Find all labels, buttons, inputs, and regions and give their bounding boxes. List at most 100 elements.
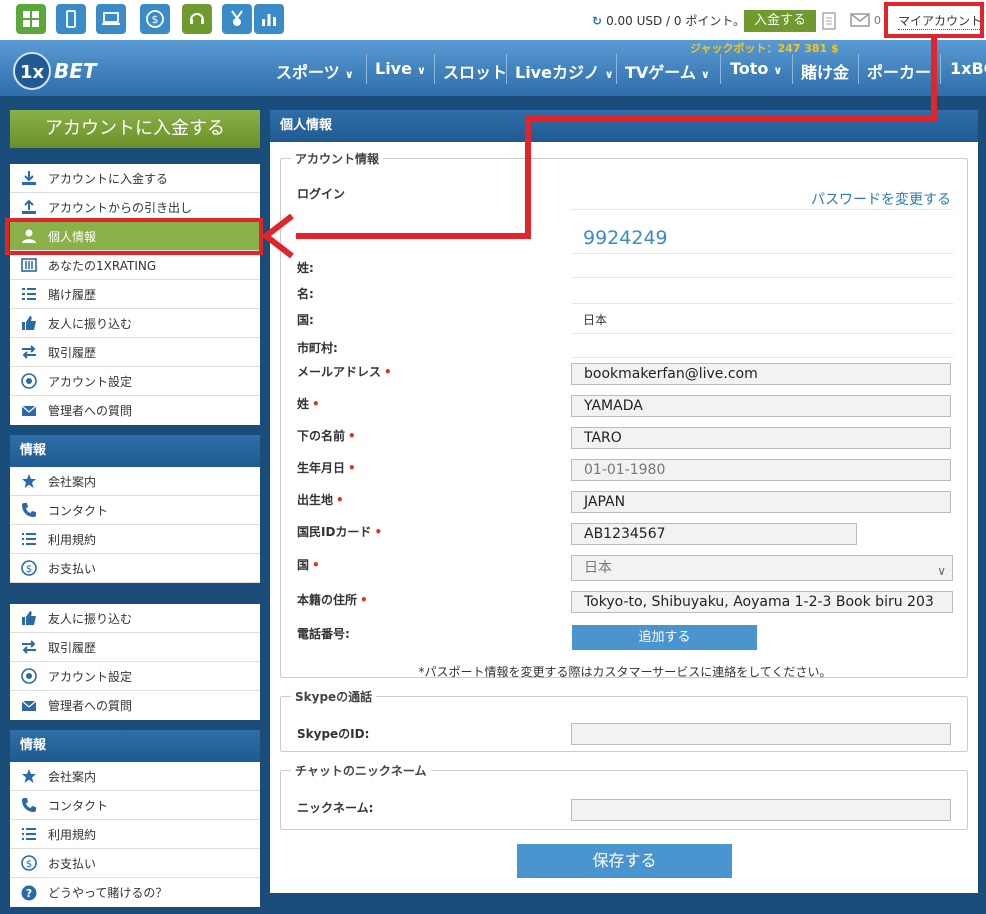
skype-group: Skypeの通話 SkypeのID: [280, 688, 968, 752]
required-marker: • [348, 461, 356, 475]
required-marker: • [336, 493, 344, 507]
sidebar-item-account-settings[interactable]: アカウント設定 [10, 662, 260, 691]
user-icon [20, 227, 38, 245]
sidebar-item-terms[interactable]: 利用規約 [10, 525, 260, 554]
dollar-icon[interactable]: $ [140, 4, 170, 34]
sidebar-item-label: アカウントに入金する [48, 171, 169, 186]
sidebar-item-bet-history[interactable]: 賭け履歴 [10, 280, 260, 309]
surname-field[interactable]: YAMADA [571, 395, 951, 417]
sidebar-item-withdraw[interactable]: アカウントからの引き出し [10, 193, 260, 222]
sidebar-item-contact-admin[interactable]: 管理者への質問 [10, 396, 260, 425]
nav-live[interactable]: Live ∨ [375, 59, 426, 78]
chevron-down-icon: ∨ [604, 68, 614, 81]
id-card-label-text: 国民IDカード [297, 525, 372, 539]
refresh-icon[interactable]: ↻ [592, 14, 602, 28]
list-icon [20, 285, 38, 303]
surname-label-text: 姓 [297, 397, 310, 411]
skype-id-field[interactable] [571, 723, 951, 745]
given-name-field[interactable]: TARO [571, 427, 951, 449]
desktop-app-icon[interactable] [96, 4, 126, 34]
windows-app-icon[interactable] [16, 4, 46, 34]
document-icon[interactable] [822, 12, 838, 30]
mail-icon[interactable] [850, 13, 870, 27]
sidebar-item-transfer-friend[interactable]: 友人に振り込む [10, 309, 260, 338]
group-legend: Skypeの通話 [295, 690, 373, 704]
page-title: 個人情報 [270, 110, 978, 142]
sidebar-item-transactions[interactable]: 取引履歴 [10, 633, 260, 662]
phone-label: 電話番号: [297, 627, 350, 641]
required-marker: • [360, 593, 368, 607]
birthplace-field[interactable]: JAPAN [571, 491, 951, 513]
nav-label: 1xBC [950, 59, 986, 78]
nav-label: 賭け金 [801, 63, 850, 82]
jackpot: ジャックポット：247 381 $ [690, 42, 839, 55]
sidebar-item-personal-info[interactable]: 個人情報 [10, 222, 260, 251]
sidebar-item-contact[interactable]: コンタクト [10, 496, 260, 525]
sidebar-item-payments[interactable]: $ お支払い [10, 554, 260, 583]
stats-icon[interactable] [254, 4, 284, 34]
nav-toto[interactable]: Toto ∨ [730, 59, 782, 78]
sidebar-item-contact-admin[interactable]: 管理者への質問 [10, 691, 260, 720]
sidebar-item-transactions[interactable]: 取引履歴 [10, 338, 260, 367]
nav-label: スポーツ [276, 63, 340, 82]
balance-text: 0.00 USD / 0 ポイント。 [606, 14, 746, 28]
transfer-icon [20, 343, 38, 361]
phone-icon [20, 501, 38, 519]
nav-poker[interactable]: ポーカー [867, 59, 931, 83]
nav-sports[interactable]: スポーツ ∨ [276, 59, 354, 83]
top-deposit-button[interactable]: 入金する [744, 10, 816, 32]
info-menu-1: 情報 会社案内 コンタクト 利用規約 $ お支払い [10, 435, 260, 583]
sidebar-item-label: アカウント設定 [48, 374, 133, 389]
phone-icon [20, 796, 38, 814]
nav-divider [940, 54, 941, 84]
email-field[interactable]: bookmakerfan@live.com [571, 363, 951, 385]
divider [571, 333, 953, 334]
sidebar-item-terms[interactable]: 利用規約 [10, 820, 260, 849]
nav-divider [720, 54, 721, 84]
sidebar-item-label: どうやって賭けるの？ [48, 886, 168, 900]
add-phone-button[interactable]: 追加する [572, 625, 757, 650]
info-menu-2: 情報 会社案内 コンタクト 利用規約 $ お支払い ? どうやって賭けるの？ [10, 730, 260, 907]
save-button[interactable]: 保存する [517, 844, 732, 878]
terms-icon [20, 530, 38, 548]
nav-divider [434, 54, 435, 84]
nav-divider [366, 54, 367, 84]
change-password-link[interactable]: パスワードを変更する [811, 189, 951, 210]
address-label: 本籍の住所 • [297, 591, 368, 608]
country-select[interactable]: 日本 ∨ [571, 555, 953, 581]
sidebar-item-deposit[interactable]: アカウントに入金する [10, 164, 260, 193]
sidebar-item-transfer-friend[interactable]: 友人に振り込む [10, 604, 260, 633]
nav-slots[interactable]: スロット [443, 59, 507, 83]
medal-icon[interactable] [222, 4, 252, 34]
sidebar-item-payments[interactable]: $ お支払い [10, 849, 260, 878]
sidebar-item-label: 賭け履歴 [48, 287, 97, 302]
nav-bets[interactable]: 賭け金 [801, 59, 849, 83]
birthdate-field[interactable]: 01-01-1980 [571, 459, 951, 481]
nav-tv-games[interactable]: TVゲーム ∨ [625, 59, 710, 83]
nickname-field[interactable] [571, 799, 951, 821]
chevron-down-icon: ∨ [416, 64, 426, 77]
deposit-account-button[interactable]: アカウントに入金する [10, 110, 260, 148]
mail-count: 0 [874, 14, 881, 27]
id-card-field[interactable]: AB1234567 [571, 523, 857, 545]
mobile-app-icon[interactable] [56, 4, 86, 34]
nav-divider [506, 54, 507, 84]
sidebar-item-contact[interactable]: コンタクト [10, 791, 260, 820]
sidebar-item-label: アカウント設定 [48, 669, 133, 684]
account-menu: アカウントに入金する アカウントからの引き出し 個人情報 あなたの1XRATIN… [10, 164, 260, 425]
headset-icon[interactable] [182, 4, 212, 34]
address-field[interactable]: Tokyo-to, Shibuyaku, Aoyama 1-2-3 Book b… [571, 591, 953, 613]
nav-live-casino[interactable]: Liveカジノ ∨ [515, 59, 614, 83]
svg-text:$: $ [152, 13, 159, 26]
sidebar-item-how-to-bet[interactable]: ? どうやって賭けるの？ [10, 878, 260, 907]
login-label: ログイン [297, 187, 346, 201]
nav-1xbc[interactable]: 1xBC [950, 59, 986, 78]
skype-id-label: SkypeのID: [297, 727, 370, 741]
sidebar-item-account-settings[interactable]: アカウント設定 [10, 367, 260, 396]
sidebar-item-rating[interactable]: あなたの1XRATING [10, 251, 260, 280]
given-name-label-text: 下の名前 [297, 429, 346, 443]
sidebar-item-about[interactable]: 会社案内 [10, 467, 260, 496]
chevron-down-icon: ∨ [344, 68, 354, 81]
sidebar-item-about[interactable]: 会社案内 [10, 762, 260, 791]
chevron-down-icon: ∨ [937, 564, 946, 578]
